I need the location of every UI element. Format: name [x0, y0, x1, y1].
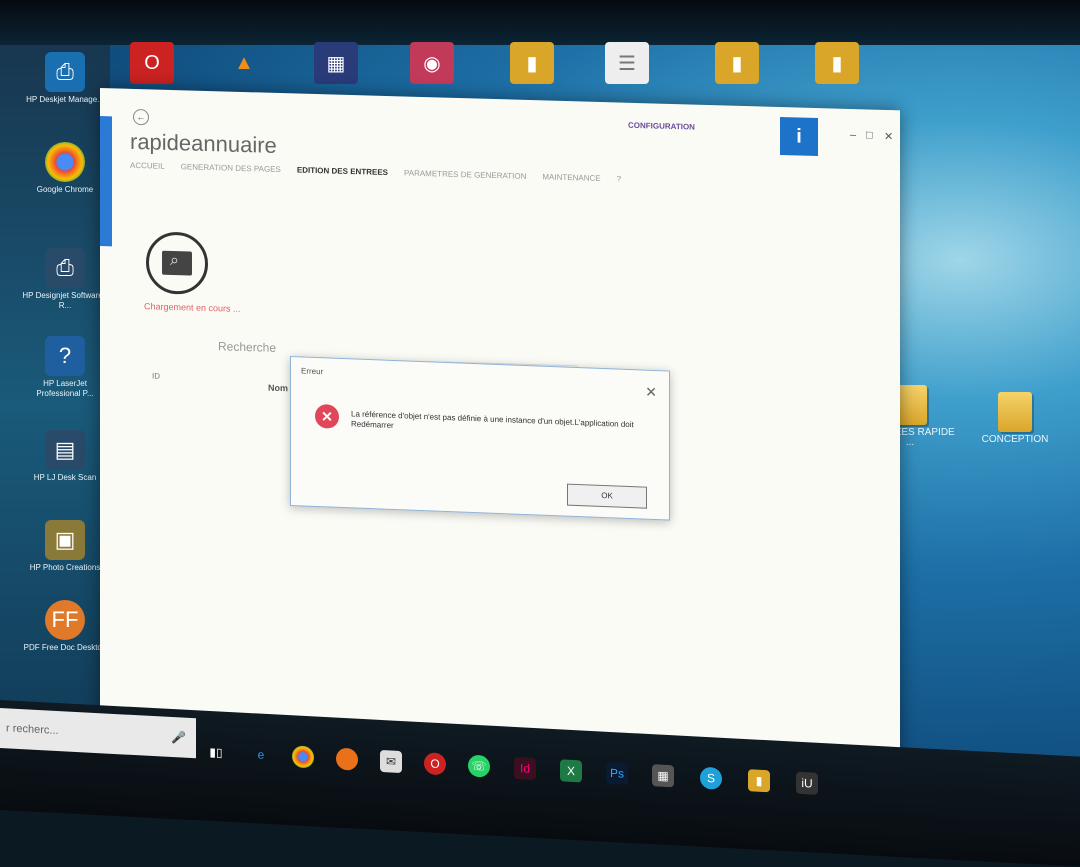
- desktop-icon-hp-scan[interactable]: ▤ HP LJ Desk Scan: [20, 430, 110, 483]
- photoshop-icon[interactable]: Ps: [606, 761, 628, 785]
- dialog-title: Erreur: [301, 366, 324, 377]
- desktop-icon-chrome[interactable]: Google Chrome: [20, 142, 110, 195]
- nav-help[interactable]: ?: [617, 174, 621, 183]
- taskbar-search-input[interactable]: r recherc... 🎤: [0, 708, 196, 759]
- opera-icon[interactable]: O: [130, 42, 174, 84]
- nav-maintenance[interactable]: MAINTENANCE: [542, 172, 600, 183]
- app-logo: i: [780, 116, 818, 157]
- app-taskbar-icon[interactable]: iU: [796, 771, 818, 795]
- error-message: La référence d'objet n'est pas définie à…: [351, 409, 634, 430]
- whatsapp-icon[interactable]: ☏: [468, 754, 490, 778]
- open-folder-button[interactable]: [146, 231, 208, 296]
- folder-search-icon: [162, 250, 192, 276]
- scanner-icon: ▤: [45, 430, 85, 470]
- skype-icon[interactable]: S: [700, 766, 722, 790]
- error-dialog: Erreur ✕ ✕ La référence d'objet n'est pa…: [290, 356, 670, 521]
- nav-generation-des-pages[interactable]: GENERATION DES PAGES: [181, 162, 281, 174]
- desktop-left-panel: [0, 0, 110, 810]
- printer-icon: ⎙: [45, 248, 85, 288]
- folder-icon: [998, 392, 1032, 432]
- app-title: rapideannuaire: [130, 128, 277, 158]
- maximize-button[interactable]: □: [866, 129, 873, 141]
- chrome-icon: [45, 142, 85, 182]
- close-button[interactable]: ✕: [884, 130, 893, 143]
- error-icon: ✕: [315, 403, 339, 429]
- desktop-icon-pdf[interactable]: FF PDF Free Doc Desktop: [20, 600, 110, 653]
- nav-accueil[interactable]: ACCUEIL: [130, 161, 165, 171]
- nav-edition-des-entrees[interactable]: EDITION DES ENTREES: [297, 165, 388, 177]
- ok-button[interactable]: OK: [567, 483, 647, 509]
- desktop-icon-hp-deskjet[interactable]: ⎙ HP Deskjet Manage...: [20, 52, 110, 105]
- column-header-id: ID: [152, 371, 160, 381]
- app-shortcut-icon-2[interactable]: ◉: [410, 42, 454, 84]
- opera-taskbar-icon[interactable]: O: [424, 752, 446, 776]
- task-view-icon[interactable]: ▮▯: [205, 741, 227, 764]
- column-header-nom: Nom: [268, 382, 288, 394]
- help-icon: ?: [45, 336, 85, 376]
- main-nav: ACCUEIL GENERATION DES PAGES EDITION DES…: [130, 161, 621, 184]
- excel-icon[interactable]: X: [560, 759, 582, 783]
- desktop-icon-hp-photo[interactable]: ▣ HP Photo Creations: [20, 520, 110, 573]
- printer-icon: ⎙: [45, 52, 85, 92]
- desktop-icon-conception[interactable]: CONCEPTION: [970, 392, 1060, 445]
- file-explorer-icon[interactable]: ▮: [748, 769, 770, 793]
- nav-parametres-de-generation[interactable]: PARAMETRES DE GENERATION: [404, 168, 526, 180]
- loading-status: Chargement en cours ...: [144, 301, 241, 314]
- chrome-taskbar-icon[interactable]: [292, 745, 314, 769]
- configuration-link[interactable]: CONFIGURATION: [628, 121, 695, 132]
- folder-shortcut-icon[interactable]: ▮: [510, 42, 554, 84]
- app-shortcut-icon[interactable]: ▦: [314, 42, 358, 84]
- folder-shortcut-icon-2[interactable]: ▮: [715, 42, 759, 84]
- calculator-icon[interactable]: ▦: [652, 764, 674, 788]
- pdf-icon: FF: [45, 600, 85, 640]
- side-tab-strip[interactable]: [100, 116, 112, 247]
- desktop-icon-hp-laserjet[interactable]: ? HP LaserJet Professional P...: [20, 336, 110, 399]
- dialog-close-button[interactable]: ✕: [645, 384, 657, 400]
- search-label: Recherche: [218, 339, 277, 355]
- indesign-icon[interactable]: Id: [514, 756, 536, 781]
- document-shortcut-icon[interactable]: ☰: [605, 42, 649, 84]
- folder-shortcut-icon-3[interactable]: ▮: [815, 42, 859, 84]
- mail-icon[interactable]: ✉: [380, 749, 402, 774]
- vlc-icon[interactable]: ▲: [222, 42, 266, 84]
- photo-icon: ▣: [45, 520, 85, 560]
- microphone-icon[interactable]: 🎤: [171, 717, 186, 758]
- desktop-icon-hp-designjet[interactable]: ⎙ HP Designjet Software - R...: [20, 248, 110, 311]
- minimize-button[interactable]: –: [850, 129, 856, 141]
- firefox-icon[interactable]: [336, 747, 358, 771]
- edge-icon[interactable]: e: [250, 743, 272, 766]
- screen-top-bezel: [0, 0, 1080, 45]
- back-button[interactable]: ←: [133, 108, 149, 126]
